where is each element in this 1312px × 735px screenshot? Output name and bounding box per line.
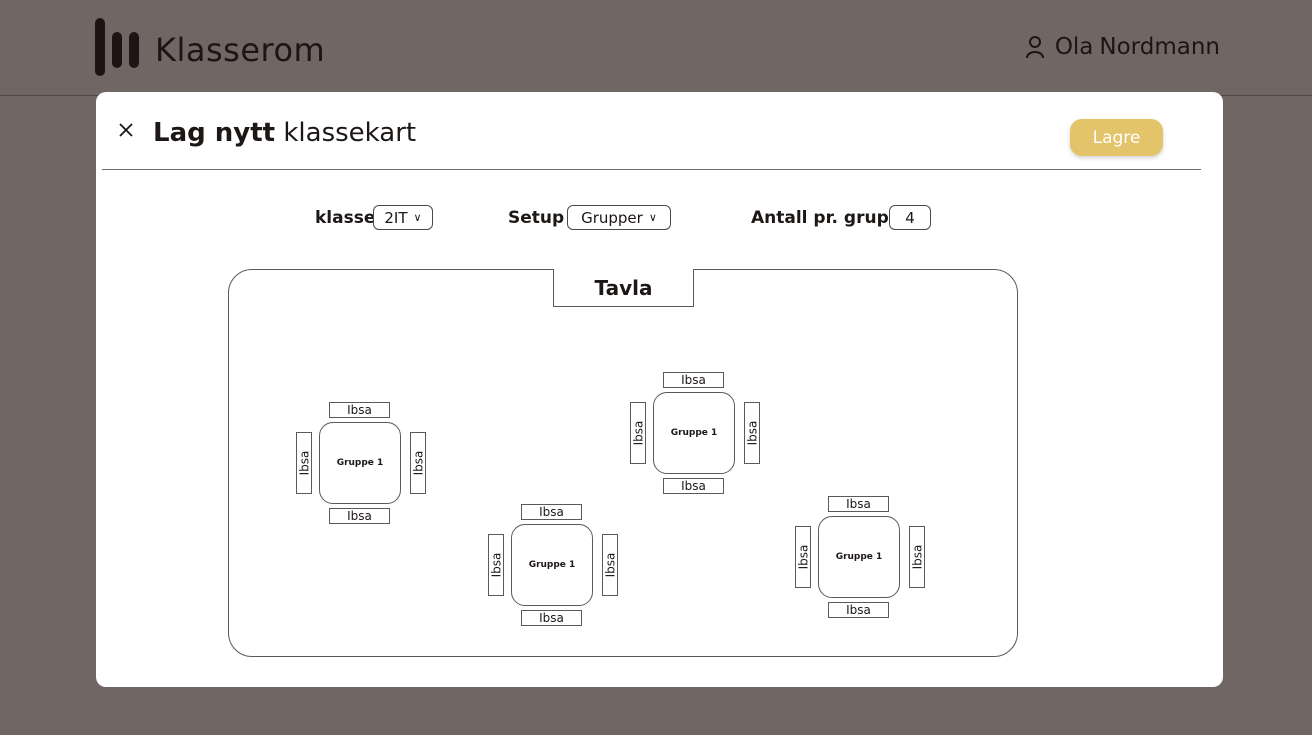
logo[interactable]: Klasserom	[95, 18, 325, 76]
seat[interactable]: Ibsa	[828, 602, 889, 618]
klasse-value: 2IT	[384, 208, 408, 227]
user-icon	[1025, 36, 1044, 59]
group-table-top[interactable]: Gruppe 1	[511, 524, 593, 606]
seat[interactable]: Ibsa	[602, 534, 618, 596]
seat[interactable]: Ibsa	[410, 432, 426, 494]
seat[interactable]: Ibsa	[296, 432, 312, 494]
group-table-top[interactable]: Gruppe 1	[653, 392, 735, 474]
group-size-value: 4	[905, 208, 915, 227]
setup-label: Setup	[508, 208, 565, 228]
top-bar: Klasserom Ola Nordmann	[0, 0, 1312, 96]
close-icon[interactable]	[118, 122, 134, 138]
brand-name: Klasserom	[155, 31, 326, 69]
klasse-label: klasse	[315, 208, 376, 228]
group-table: Ibsa Ibsa Gruppe 1 Ibsa Ibsa	[795, 496, 927, 618]
setup-value: Grupper	[581, 208, 643, 227]
seat[interactable]: Ibsa	[521, 610, 582, 626]
seat[interactable]: Ibsa	[909, 526, 925, 588]
group-table: Ibsa Ibsa Gruppe 1 Ibsa Ibsa	[488, 504, 620, 626]
new-seating-chart-modal: Lag nytt klassekart Lagre klasse 2IT ∨ S…	[96, 92, 1223, 687]
group-size-input[interactable]: 4	[889, 205, 931, 230]
user-last-name: Nordmann	[1099, 34, 1220, 60]
group-table: Ibsa Ibsa Gruppe 1 Ibsa Ibsa	[630, 372, 762, 494]
chevron-down-icon: ∨	[648, 211, 657, 224]
seat[interactable]: Ibsa	[663, 372, 724, 388]
group-table-top[interactable]: Gruppe 1	[319, 422, 401, 504]
seat[interactable]: Ibsa	[521, 504, 582, 520]
whiteboard: Tavla	[553, 269, 694, 307]
chevron-down-icon: ∨	[413, 211, 422, 224]
seat[interactable]: Ibsa	[488, 534, 504, 596]
modal-title-rest: klassekart	[283, 118, 417, 148]
seat[interactable]: Ibsa	[630, 402, 646, 464]
seat[interactable]: Ibsa	[329, 402, 390, 418]
group-table-top[interactable]: Gruppe 1	[818, 516, 900, 598]
group-table: Ibsa Ibsa Gruppe 1 Ibsa Ibsa	[296, 402, 428, 524]
setup-select[interactable]: Grupper ∨	[567, 205, 671, 230]
header-divider	[102, 169, 1201, 170]
seat[interactable]: Ibsa	[795, 526, 811, 588]
seat[interactable]: Ibsa	[663, 478, 724, 494]
seat[interactable]: Ibsa	[744, 402, 760, 464]
modal-title: Lag nytt klassekart	[153, 118, 416, 148]
user-menu[interactable]: Ola Nordmann	[1025, 34, 1220, 60]
chart-controls: klasse 2IT ∨ Setup Grupper ∨ Antall pr. …	[96, 205, 1223, 231]
seat[interactable]: Ibsa	[329, 508, 390, 524]
save-button[interactable]: Lagre	[1070, 119, 1163, 156]
modal-title-bold: Lag nytt	[153, 118, 276, 148]
logo-mark	[95, 18, 151, 76]
seat[interactable]: Ibsa	[828, 496, 889, 512]
klasse-select[interactable]: 2IT ∨	[373, 205, 433, 230]
user-first-name: Ola	[1054, 34, 1094, 60]
